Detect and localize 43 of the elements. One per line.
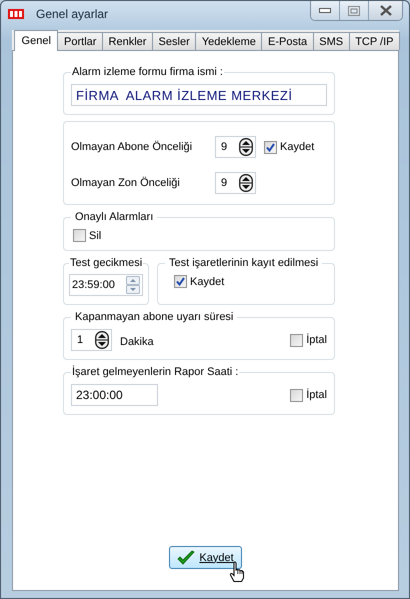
spin-arrows-icon[interactable] [239,174,253,192]
group-label: İşaret gelmeyenlerin Rapor Saati : [71,366,240,378]
input-field[interactable]: 23:00:00 [71,384,158,406]
tab[interactable]: Yedekleme [195,32,262,50]
tab[interactable]: Renkler [102,32,153,50]
tab[interactable]: Portlar [57,32,103,50]
group-label: Test gecikmesi [69,257,144,269]
group-label: Onaylı Alarmları [74,211,154,223]
input-field[interactable]: FİRMA ALARM İZLEME MERKEZİ [71,84,327,106]
maximize-button[interactable] [340,1,369,20]
spin-field[interactable]: 23:59:00 [69,274,143,296]
checkbox[interactable]: Kaydet [264,140,314,154]
group-label: Kapanmayan abone uyarı süresi [74,311,234,323]
minimize-icon [319,8,331,14]
checkbox[interactable]: Kaydet [174,275,224,288]
checkmark-icon [177,550,196,566]
field-label: Olmayan Abone Önceliği [70,141,194,153]
close-button[interactable] [369,1,402,20]
checkbox[interactable]: Sil [73,229,102,242]
minimize-button[interactable] [311,1,340,20]
spin-field[interactable]: 1 [71,329,112,351]
checkbox[interactable]: İptal [290,334,327,346]
field-label: Dakika [120,336,154,348]
checkbox[interactable]: İptal [290,388,327,402]
save-button[interactable]: Kaydet [169,546,242,569]
checkmark-icon [266,142,275,152]
tab[interactable]: SMS [312,32,350,50]
spin-arrows-icon[interactable] [239,138,253,156]
tab[interactable]: E-Posta [261,32,314,50]
group-label: Test işaretlerinin kayıt edilmesi [168,257,320,269]
checkmark-icon [176,277,185,286]
window-title: Genel ayarlar [36,6,108,20]
tab[interactable]: TCP /IP [348,32,400,50]
tab[interactable]: Sesler [152,32,196,50]
app-logo-icon [8,8,24,18]
field-label: Olmayan Zon Önceliği [70,177,181,189]
spin-arrows-icon[interactable] [95,331,109,349]
maximize-icon [348,6,360,16]
tab[interactable]: Genel [14,30,58,51]
close-icon [378,5,392,16]
group-label: Alarm izleme formu firma ismi : [71,66,224,78]
spin-field[interactable]: 9 [215,172,256,194]
spin-field[interactable]: 9 [215,136,256,158]
